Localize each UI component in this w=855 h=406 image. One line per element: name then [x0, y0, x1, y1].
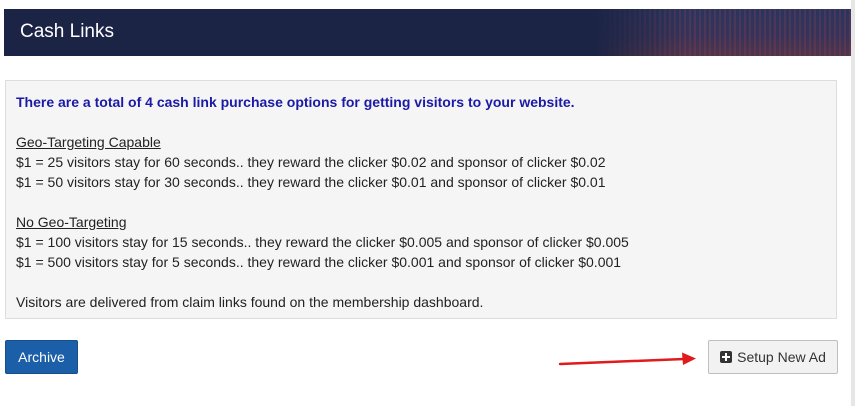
archive-button[interactable]: Archive: [5, 340, 78, 374]
option-line: $1 = 50 visitors stay for 30 seconds.. t…: [16, 174, 606, 190]
info-footer: Visitors are delivered from claim links …: [16, 294, 484, 310]
section-title-no-geo-targeting: No Geo-Targeting: [16, 214, 127, 230]
option-line: $1 = 500 visitors stay for 5 seconds.. t…: [16, 254, 622, 270]
page-header: Cash Links: [4, 9, 854, 56]
option-line: $1 = 100 visitors stay for 15 seconds.. …: [16, 234, 629, 250]
section-title-geo-targeting: Geo-Targeting Capable: [16, 134, 161, 150]
setup-new-ad-label: Setup New Ad: [737, 349, 826, 365]
page-title: Cash Links: [20, 21, 114, 42]
plus-square-icon: [720, 351, 733, 363]
setup-new-ad-button[interactable]: Setup New Ad: [708, 340, 838, 374]
red-arrow-icon: [558, 352, 696, 366]
header-background-image: [594, 9, 854, 56]
scrollbar[interactable]: [851, 0, 855, 406]
info-panel: There are a total of 4 cash link purchas…: [5, 80, 837, 319]
option-line: $1 = 25 visitors stay for 60 seconds.. t…: [16, 154, 606, 170]
info-headline: There are a total of 4 cash link purchas…: [16, 94, 575, 110]
